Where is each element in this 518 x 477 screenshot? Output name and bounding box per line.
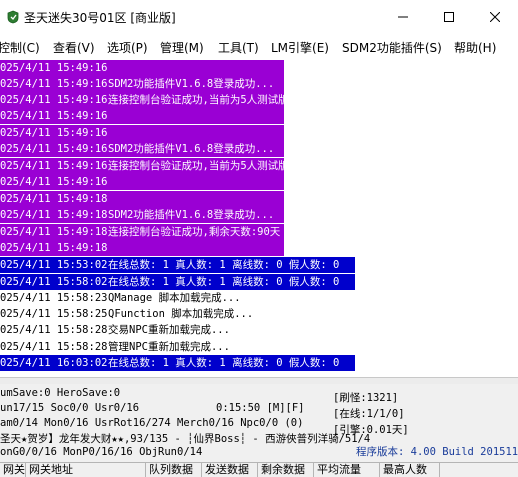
status-uptime: 0:15:50 [M][F] — [216, 402, 305, 414]
status-online: [在线:1/1/0] — [333, 408, 405, 420]
menu-view[interactable]: 查看(V) — [53, 39, 95, 56]
log-message: 交易NPC重新加载完成... — [108, 324, 230, 336]
menu-tools[interactable]: 工具(T) — [218, 39, 259, 56]
log-timestamp: 025/4/11 15:49:16 — [0, 127, 108, 139]
log-timestamp: 025/4/11 15:49:18 — [0, 242, 108, 254]
status-pane: umSave:0 HeroSave:0 [刷怪:1321] un17/15 So… — [0, 384, 518, 462]
minimize-button[interactable] — [380, 0, 426, 36]
log-timestamp: 025/4/11 15:58:02 — [0, 276, 108, 288]
col-gateway[interactable]: 网关 — [0, 463, 26, 477]
log-line: 025/4/11 15:49:16 — [0, 60, 284, 76]
log-line: 025/4/11 15:49:16SDM2功能插件V1.6.8登录成功... — [0, 76, 284, 92]
maximize-button[interactable] — [426, 0, 472, 36]
log-line: 025/4/11 15:49:18 — [0, 240, 284, 256]
log-timestamp: 025/4/11 15:49:16 — [0, 94, 108, 106]
status-monster-refresh: [刷怪:1321] — [333, 392, 399, 404]
log-line: 025/4/11 15:49:16 — [0, 174, 284, 190]
log-message: 在线总数: 1 真人数: 1 离线数: 0 假人数: 0 — [108, 357, 340, 369]
log-line: 025/4/11 15:53:02在线总数: 1 真人数: 1 离线数: 0 假… — [0, 257, 355, 273]
log-line: 025/4/11 15:49:16 — [0, 108, 284, 124]
log-line: 025/4/11 15:58:23QManage 脚本加载完成... — [0, 290, 241, 306]
log-line: 025/4/11 15:49:18 — [0, 191, 284, 207]
log-timestamp: 025/4/11 15:58:28 — [0, 324, 108, 336]
menu-bar: 控制(C) 查看(V) 选项(P) 管理(M) 工具(T) LM引擎(E) SD… — [0, 36, 518, 58]
log-message: 管理NPC重新加载完成... — [108, 341, 230, 353]
status-hum: am0/14 Mon0/16 UsrRot16/274 Merch0/16 Np… — [0, 417, 304, 429]
log-line: 025/4/11 15:49:16连接控制台验证成功,当前为5人测试版,请充值 — [0, 158, 284, 174]
log-timestamp: 025/4/11 15:58:28 — [0, 341, 108, 353]
log-timestamp: 025/4/11 15:49:16 — [0, 160, 108, 172]
col-gateway-address[interactable]: 网关地址 — [26, 463, 146, 477]
log-pane[interactable]: 025/4/11 15:49:16 025/4/11 15:49:16SDM2功能… — [0, 58, 518, 376]
status-server-name: 圣天★贺岁】龙年发大财★★,93/135 - ┆仙界Boss┆ - 西游俠普列洋… — [0, 433, 371, 445]
log-timestamp: 025/4/11 15:49:16 — [0, 78, 108, 90]
log-timestamp: 025/4/11 15:53:02 — [0, 259, 108, 271]
menu-sdm2-plugin[interactable]: SDM2功能插件(S) — [342, 39, 442, 56]
menu-control[interactable]: 控制(C) — [0, 39, 40, 56]
log-timestamp: 025/4/11 16:03:02 — [0, 357, 108, 369]
log-message: 连接控制台验证成功,剩余天数:90天 — [108, 226, 281, 238]
log-message: SDM2功能插件V1.6.8登录成功... — [108, 143, 275, 155]
log-line: 025/4/11 15:49:16SDM2功能插件V1.6.8登录成功... — [0, 141, 284, 157]
log-message: 在线总数: 1 真人数: 1 离线数: 0 假人数: 0 — [108, 259, 340, 271]
gateway-table-header: 网关 网关地址 队列数据 发送数据 剩余数据 平均流量 最高人数 — [0, 462, 518, 477]
menu-lm-engine[interactable]: LM引擎(E) — [271, 39, 329, 56]
log-timestamp: 025/4/11 15:49:18 — [0, 226, 108, 238]
log-line: 025/4/11 15:58:25QFunction 脚本加载完成... — [0, 306, 253, 322]
log-timestamp: 025/4/11 15:49:16 — [0, 176, 108, 188]
log-timestamp: 025/4/11 15:49:16 — [0, 143, 108, 155]
log-line: 025/4/11 15:49:18连接控制台验证成功,剩余天数:90天 — [0, 224, 284, 240]
menu-options[interactable]: 选项(P) — [107, 39, 148, 56]
program-version: 程序版本: 4.00 Build 201511 — [356, 446, 518, 458]
title-bar[interactable]: 圣天迷失30号01区 [商业版] — [0, 0, 518, 36]
log-message: 连接控制台验证成功,当前为5人测试版,请充值 — [108, 94, 284, 106]
menu-help[interactable]: 帮助(H) — [454, 39, 496, 56]
log-line: 025/4/11 15:58:28交易NPC重新加载完成... — [0, 322, 230, 338]
status-run: un17/15 Soc0/0 Usr0/16 — [0, 402, 140, 414]
maximize-icon — [444, 11, 454, 25]
col-queue-data[interactable]: 队列数据 — [146, 463, 202, 477]
log-timestamp: 025/4/11 15:58:25 — [0, 308, 108, 320]
log-timestamp: 025/4/11 15:58:23 — [0, 292, 108, 304]
status-save: umSave:0 HeroSave:0 — [0, 387, 121, 399]
log-line: 025/4/11 15:58:28管理NPC重新加载完成... — [0, 339, 230, 355]
col-max-users[interactable]: 最高人数 — [380, 463, 440, 477]
log-timestamp: 025/4/11 15:49:18 — [0, 193, 108, 205]
log-message: SDM2功能插件V1.6.8登录成功... — [108, 78, 275, 90]
close-button[interactable] — [472, 0, 518, 36]
log-message: QManage 脚本加载完成... — [108, 292, 241, 304]
log-timestamp: 025/4/11 15:49:18 — [0, 209, 108, 221]
log-line: 025/4/11 15:58:02在线总数: 1 真人数: 1 离线数: 0 假… — [0, 274, 355, 290]
log-message: QFunction 脚本加载完成... — [108, 308, 254, 320]
log-timestamp: 025/4/11 15:49:16 — [0, 62, 108, 74]
log-line: 025/4/11 15:49:16 — [0, 125, 284, 141]
log-message: SDM2功能插件V1.6.8登录成功... — [108, 209, 275, 221]
log-message: 在线总数: 1 真人数: 1 离线数: 0 假人数: 0 — [108, 276, 340, 288]
log-line: 025/4/11 16:03:02在线总数: 1 真人数: 1 离线数: 0 假… — [0, 355, 355, 371]
col-remaining-data[interactable]: 剩余数据 — [258, 463, 314, 477]
window-title: 圣天迷失30号01区 [商业版] — [24, 11, 176, 25]
log-message: 连接控制台验证成功,当前为5人测试版,请充值 — [108, 160, 284, 172]
app-icon — [6, 10, 20, 24]
status-obj: onG0/0/16 MonP0/16/16 ObjRun0/14 — [0, 446, 203, 458]
menu-manage[interactable]: 管理(M) — [160, 39, 204, 56]
log-line: 025/4/11 15:49:16连接控制台验证成功,当前为5人测试版,请充值 — [0, 92, 284, 108]
close-icon — [489, 11, 501, 25]
minimize-icon — [398, 11, 408, 25]
log-timestamp: 025/4/11 15:49:16 — [0, 110, 108, 122]
col-avg-traffic[interactable]: 平均流量 — [314, 463, 380, 477]
log-line: 025/4/11 15:49:18SDM2功能插件V1.6.8登录成功... — [0, 207, 284, 223]
col-send-data[interactable]: 发送数据 — [202, 463, 258, 477]
